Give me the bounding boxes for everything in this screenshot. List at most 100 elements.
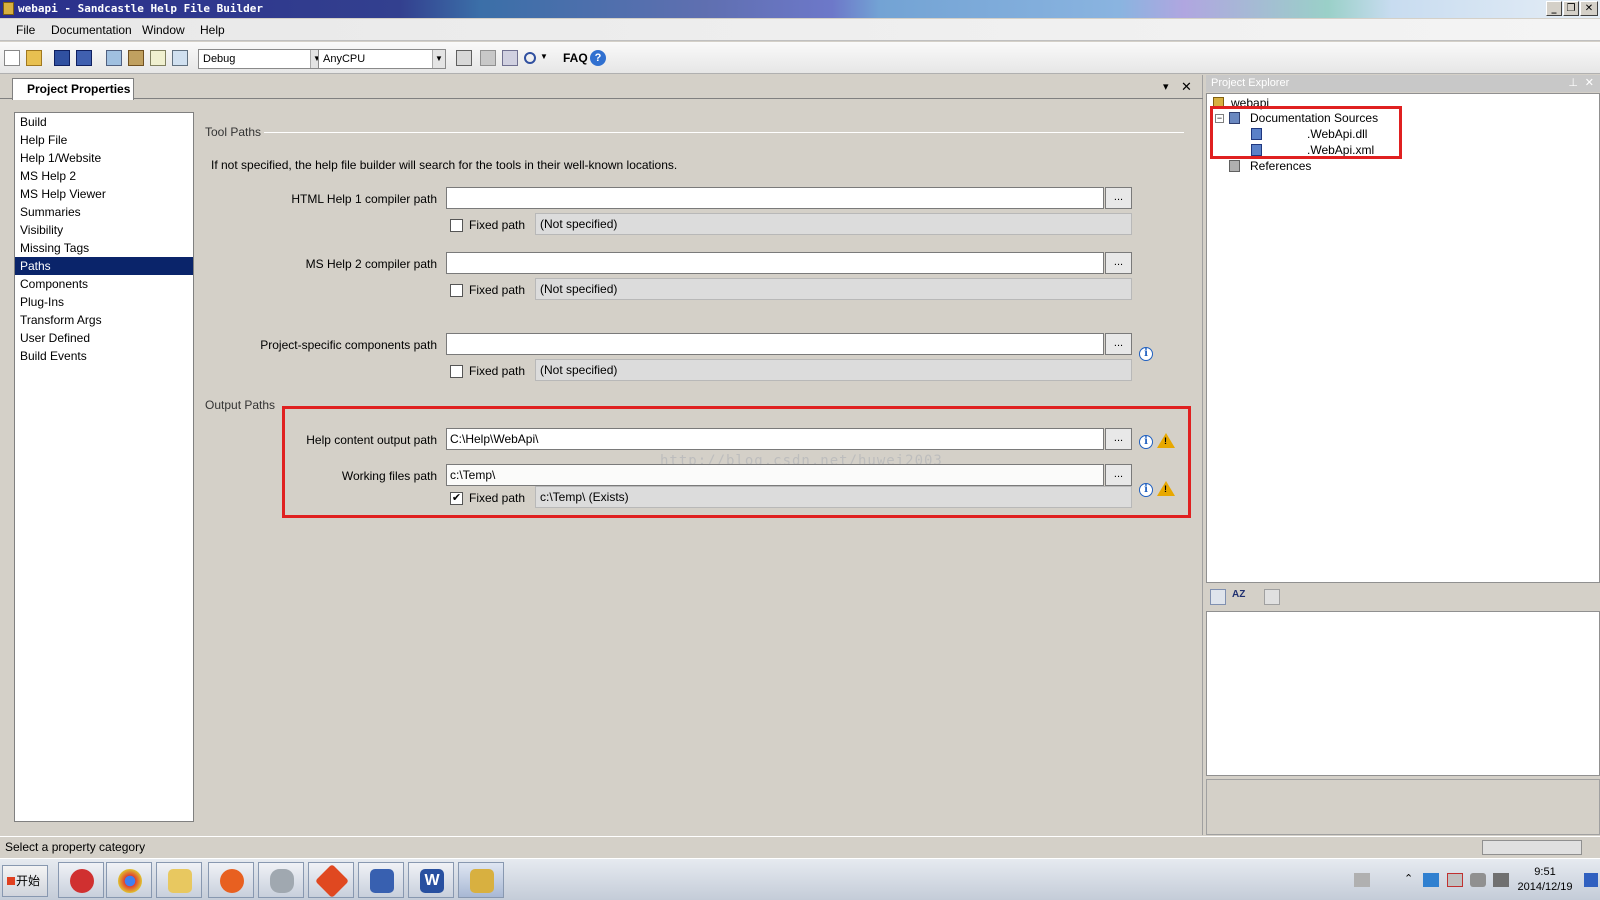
new-project-icon[interactable] bbox=[4, 50, 20, 66]
build-icon[interactable] bbox=[106, 50, 122, 66]
clean-icon[interactable] bbox=[128, 50, 144, 66]
taskbar-remote-desktop[interactable] bbox=[358, 862, 404, 898]
clock-date: 2014/12/19 bbox=[1517, 881, 1573, 893]
alphabetical-sort-icon[interactable]: AZ bbox=[1232, 589, 1248, 605]
document-tab-strip: Project Properties ▾ ✕ bbox=[0, 75, 1203, 100]
category-item[interactable]: User Defined bbox=[15, 329, 193, 347]
tab-project-properties[interactable]: Project Properties bbox=[12, 78, 134, 100]
html-help1-path-input[interactable] bbox=[446, 187, 1104, 209]
status-bar: Select a property category bbox=[0, 836, 1600, 858]
action-center-icon[interactable] bbox=[1447, 873, 1463, 887]
category-item[interactable]: Components bbox=[15, 275, 193, 293]
clock[interactable]: 9:51 2014/12/19 bbox=[1510, 865, 1580, 895]
taskbar-word[interactable]: W bbox=[408, 862, 454, 898]
category-item[interactable]: Paths bbox=[15, 257, 193, 275]
category-item[interactable]: Summaries bbox=[15, 203, 193, 221]
taskbar-git[interactable] bbox=[308, 862, 354, 898]
close-tab-icon[interactable]: ✕ bbox=[1181, 79, 1192, 95]
word-icon: W bbox=[420, 869, 444, 893]
properties-icon[interactable] bbox=[502, 50, 518, 66]
tree-node-references[interactable]: References bbox=[1250, 159, 1311, 173]
input-language-icon[interactable] bbox=[1584, 873, 1598, 887]
platform-select[interactable]: AnyCPU ▼ bbox=[318, 49, 446, 69]
project-explorer-pane: Project Explorer ⊥ ✕ webapi − Documentat… bbox=[1206, 75, 1600, 835]
components-info-icon[interactable]: i bbox=[1139, 347, 1153, 361]
html-help1-fixed-path-label: Fixed path bbox=[469, 218, 526, 232]
save-all-icon[interactable] bbox=[76, 50, 92, 66]
ms-help2-path-label: MS Help 2 compiler path bbox=[305, 257, 437, 271]
category-item[interactable]: MS Help 2 bbox=[15, 167, 193, 185]
view-help-icon[interactable] bbox=[172, 50, 188, 66]
html-help1-path-label: HTML Help 1 compiler path bbox=[291, 192, 437, 206]
category-item[interactable]: Build Events bbox=[15, 347, 193, 365]
components-fixed-path-checkbox[interactable] bbox=[450, 365, 463, 378]
search-dropdown-icon[interactable]: ▼ bbox=[540, 52, 548, 61]
build-window-icon[interactable] bbox=[456, 50, 472, 66]
cancel-build-icon[interactable] bbox=[480, 50, 496, 66]
category-item[interactable]: Build bbox=[15, 113, 193, 131]
references-icon bbox=[1229, 160, 1240, 172]
category-item[interactable]: Transform Args bbox=[15, 311, 193, 329]
ms-help2-path-input[interactable] bbox=[446, 252, 1104, 274]
project-properties-pane: Project Properties ▾ ✕ Build Help File Hel… bbox=[0, 75, 1203, 835]
menu-help[interactable]: Help bbox=[200, 23, 225, 37]
open-project-icon[interactable] bbox=[26, 50, 42, 66]
category-item[interactable]: Help 1/Website bbox=[15, 149, 193, 167]
ms-help2-browse-button[interactable]: ... bbox=[1105, 252, 1132, 274]
platform-value: AnyCPU bbox=[323, 53, 366, 65]
menu-file[interactable]: File bbox=[16, 23, 35, 37]
property-grid[interactable] bbox=[1206, 611, 1600, 776]
project-explorer-header: Project Explorer ⊥ ✕ bbox=[1206, 75, 1600, 92]
network-icon[interactable] bbox=[1493, 873, 1509, 887]
menu-documentation[interactable]: Documentation bbox=[51, 23, 132, 37]
html-help1-resolved-path: (Not specified) bbox=[535, 213, 1132, 235]
taskbar-file-explorer[interactable] bbox=[156, 862, 202, 898]
taskbar-chrome[interactable] bbox=[106, 862, 152, 898]
start-button[interactable]: 开始 bbox=[2, 865, 48, 897]
category-item[interactable]: Help File bbox=[15, 131, 193, 149]
volume-icon[interactable] bbox=[1470, 873, 1486, 887]
show-hidden-icons-icon[interactable]: ⌃ bbox=[1404, 872, 1413, 885]
property-grid-toolbar: AZ bbox=[1206, 583, 1600, 611]
taskbar-snipping-tool[interactable] bbox=[58, 862, 104, 898]
category-item[interactable]: Visibility bbox=[15, 221, 193, 239]
project-explorer-title: Project Explorer bbox=[1211, 77, 1290, 89]
help-icon[interactable]: ? bbox=[590, 50, 606, 66]
taskbar-sandcastle[interactable] bbox=[458, 862, 504, 898]
tab-list-dropdown-icon[interactable]: ▾ bbox=[1163, 80, 1169, 93]
window-title: webapi - Sandcastle Help File Builder bbox=[18, 2, 264, 15]
search-icon[interactable] bbox=[524, 52, 536, 64]
taskbar-media-player[interactable] bbox=[208, 862, 254, 898]
view-log-icon[interactable] bbox=[150, 50, 166, 66]
property-category-list: Build Help File Help 1/Website MS Help 2 MS … bbox=[14, 112, 194, 822]
category-item[interactable]: Missing Tags bbox=[15, 239, 193, 257]
components-browse-button[interactable]: ... bbox=[1105, 333, 1132, 355]
sandcastle-app-icon bbox=[3, 2, 14, 15]
title-bar: webapi - Sandcastle Help File Builder _ … bbox=[0, 0, 1600, 18]
minimize-button[interactable]: _ bbox=[1546, 1, 1562, 16]
tray-app-icon[interactable] bbox=[1423, 873, 1439, 887]
html-help1-browse-button[interactable]: ... bbox=[1105, 187, 1132, 209]
html-help1-fixed-path-checkbox[interactable] bbox=[450, 219, 463, 232]
close-explorer-icon[interactable]: ✕ bbox=[1585, 75, 1594, 92]
pin-icon[interactable]: ⊥ bbox=[1568, 75, 1578, 92]
ms-help2-fixed-path-checkbox[interactable] bbox=[450, 284, 463, 297]
categorized-icon[interactable] bbox=[1210, 589, 1226, 605]
menu-window[interactable]: Window bbox=[142, 23, 185, 37]
taskbar-database-tool[interactable] bbox=[258, 862, 304, 898]
components-resolved-path: (Not specified) bbox=[535, 359, 1132, 381]
configuration-select[interactable]: Debug ▼ bbox=[198, 49, 324, 69]
category-item[interactable]: Plug-Ins bbox=[15, 293, 193, 311]
save-icon[interactable] bbox=[54, 50, 70, 66]
keyboard-icon[interactable] bbox=[1354, 873, 1370, 887]
close-window-button[interactable]: ✕ bbox=[1580, 1, 1598, 16]
restore-button[interactable]: ❐ bbox=[1563, 1, 1579, 16]
components-path-input[interactable] bbox=[446, 333, 1104, 355]
category-item[interactable]: MS Help Viewer bbox=[15, 185, 193, 203]
components-fixed-path-label: Fixed path bbox=[469, 364, 526, 378]
tool-paths-divider bbox=[264, 132, 1184, 133]
windows-logo-icon bbox=[7, 877, 15, 885]
faq-button[interactable]: FAQ bbox=[563, 51, 588, 65]
property-pages-icon[interactable] bbox=[1264, 589, 1280, 605]
tool-paths-group-label: Tool Paths bbox=[205, 125, 262, 139]
